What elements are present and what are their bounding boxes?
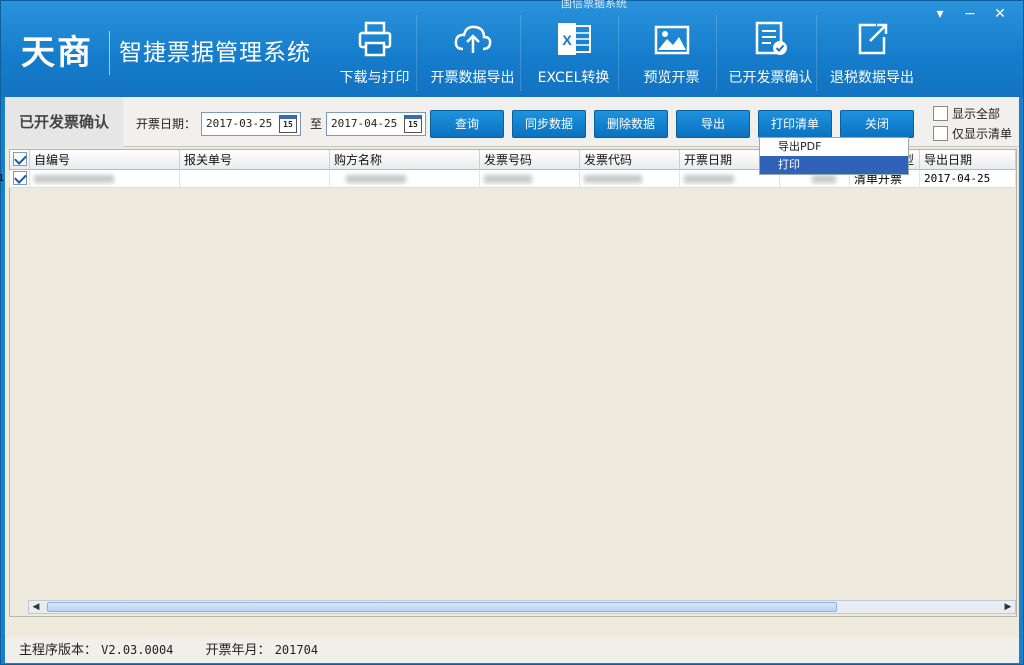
cell-buyer-name	[330, 170, 480, 188]
date-to-value: 2017-04-25	[331, 117, 398, 130]
toolbar-label: 已开发票确认	[728, 70, 813, 86]
brand-logo: 天商	[21, 33, 93, 73]
toolbar-label: 开票数据导出	[430, 70, 515, 86]
menu-item-print[interactable]: 打印	[760, 156, 908, 174]
print-list-dropdown: 导出PDF 打印	[759, 137, 909, 175]
date-to-input[interactable]: 2017-04-25 15	[326, 112, 426, 136]
calendar-icon[interactable]: 15	[279, 115, 297, 133]
calendar-icon[interactable]: 15	[404, 115, 422, 133]
query-button[interactable]: 查询	[430, 110, 504, 138]
toolbar-download-print-button[interactable]: 下载与打印	[333, 15, 417, 91]
app-window: 国信票据系统 天商 智捷票据管理系统 ▾ − ✕ 下载与打印 开票数据导出 X …	[0, 0, 1024, 665]
close-button[interactable]: 关闭	[840, 110, 914, 138]
scroll-right-icon[interactable]: ▶	[1001, 601, 1015, 613]
sync-data-button[interactable]: 同步数据	[512, 110, 586, 138]
only-list-option[interactable]: 仅显示清单	[933, 125, 1012, 142]
horizontal-scrollbar[interactable]: ◀ ▶	[28, 600, 1016, 614]
column-header[interactable]: 报关单号	[180, 150, 330, 170]
image-preview-icon	[654, 25, 689, 55]
cell-invoice-number	[480, 170, 580, 188]
toolbar-label: 下载与打印	[339, 70, 410, 86]
window-title: 国信票据系统	[561, 0, 627, 10]
show-all-option[interactable]: 显示全部	[933, 105, 1000, 122]
row-checkbox[interactable]	[13, 171, 27, 185]
toolbar-label: 预览开票	[643, 70, 700, 86]
excel-icon: X	[557, 23, 591, 55]
export-share-icon	[858, 23, 888, 55]
dropdown-window-button[interactable]: ▾	[929, 5, 951, 23]
toolbar-issued-confirm-button[interactable]: 已开发票确认	[725, 15, 817, 91]
status-bar: 主程序版本： V2.03.0004 开票年月： 201704	[5, 637, 1019, 663]
filter-bar: 已开发票确认 开票日期： 2017-03-25 15 至 2017-04-25 …	[5, 97, 1019, 175]
date-from-input[interactable]: 2017-03-25 15	[201, 112, 301, 136]
invoice-grid: 自编号 报关单号 购方名称 发票号码 发票代码 开票日期 类型 导出日期 1	[0, 149, 1017, 617]
date-from-value: 2017-03-25	[206, 117, 273, 130]
toolbar-label: EXCEL转换	[537, 70, 610, 86]
cloud-upload-icon	[454, 25, 491, 53]
column-header[interactable]: 发票号码	[480, 150, 580, 170]
header-band: 国信票据系统 天商 智捷票据管理系统 ▾ − ✕ 下载与打印 开票数据导出 X …	[1, 0, 1023, 97]
scrollbar-thumb[interactable]	[47, 602, 837, 612]
version-label: 主程序版本：	[19, 643, 98, 658]
scroll-left-icon[interactable]: ◀	[29, 601, 43, 613]
select-all-checkbox[interactable]	[13, 152, 27, 166]
cell-customs-number	[180, 170, 330, 188]
column-header[interactable]: 自编号	[30, 150, 180, 170]
row-checkbox-cell[interactable]	[10, 170, 30, 188]
cell-self-number	[30, 170, 180, 188]
show-all-label: 显示全部	[952, 107, 1001, 121]
row-index: 1	[0, 170, 10, 188]
toolbar-excel-convert-button[interactable]: X EXCEL转换	[529, 15, 619, 91]
printer-icon	[358, 21, 391, 57]
show-all-checkbox[interactable]	[933, 106, 948, 121]
content-panel: 已开发票确认 开票日期： 2017-03-25 15 至 2017-04-25 …	[0, 97, 1019, 637]
invoice-date-label: 开票日期：	[136, 117, 197, 131]
invoice-month-value: 201704	[274, 643, 319, 657]
svg-text:X: X	[562, 32, 572, 48]
window-controls: ▾ − ✕	[929, 5, 1011, 23]
toolbar-label: 退税数据导出	[830, 70, 914, 86]
column-header[interactable]: 导出日期	[920, 150, 1016, 170]
delete-data-button[interactable]: 删除数据	[594, 110, 668, 138]
menu-item-export-pdf[interactable]: 导出PDF	[760, 138, 908, 156]
document-check-icon	[755, 21, 787, 55]
print-list-button[interactable]: 打印清单	[758, 110, 832, 138]
toolbar-preview-invoice-button[interactable]: 预览开票	[627, 15, 717, 91]
column-header[interactable]: 发票代码	[580, 150, 680, 170]
page-title: 已开发票确认	[5, 97, 123, 147]
invoice-month-label: 开票年月：	[205, 643, 271, 658]
version-value: V2.03.0004	[101, 643, 174, 657]
to-label: 至	[310, 117, 323, 131]
only-list-checkbox[interactable]	[933, 126, 948, 141]
cell-invoice-code	[580, 170, 680, 188]
toolbar-export-invoice-data-button[interactable]: 开票数据导出	[425, 15, 521, 91]
system-title: 智捷票据管理系统	[119, 40, 311, 66]
select-all-cell[interactable]	[10, 150, 30, 170]
minimize-button[interactable]: −	[959, 5, 981, 23]
close-window-button[interactable]: ✕	[989, 5, 1011, 23]
export-button[interactable]: 导出	[676, 110, 750, 138]
column-header[interactable]: 购方名称	[330, 150, 480, 170]
toolbar-tax-refund-export-button[interactable]: 退税数据导出	[825, 15, 919, 91]
only-list-label: 仅显示清单	[952, 127, 1013, 141]
brand-divider	[109, 31, 110, 75]
cell-export-date: 2017-04-25	[920, 170, 1016, 188]
